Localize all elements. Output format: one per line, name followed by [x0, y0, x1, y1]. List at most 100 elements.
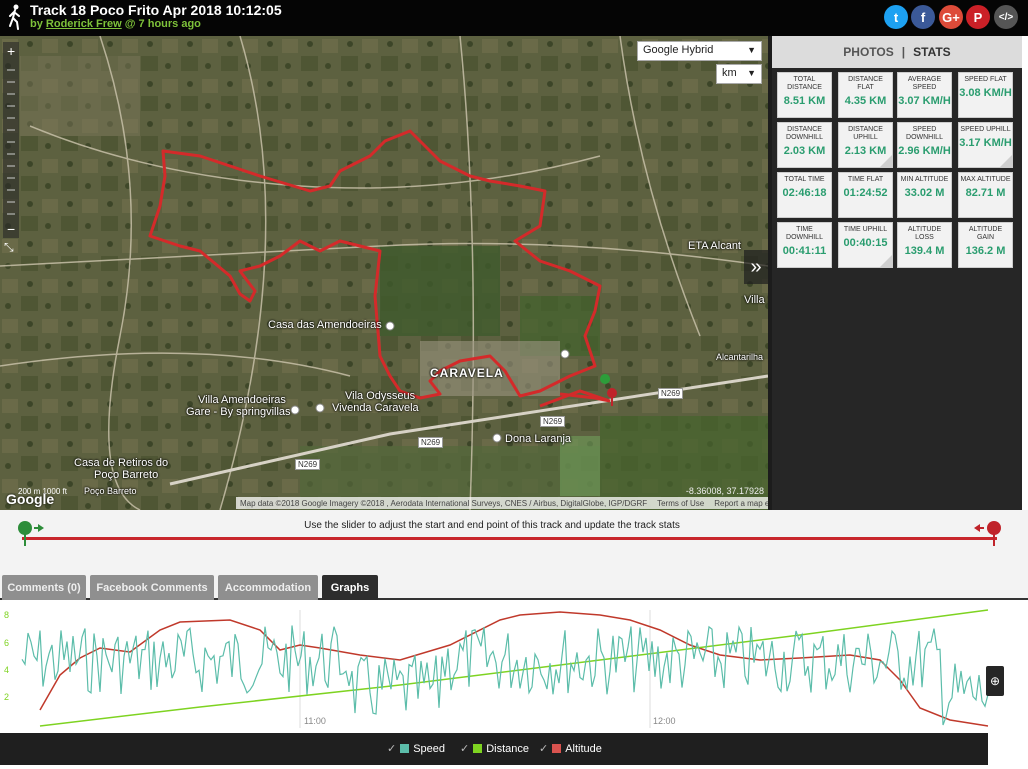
tab-facebook-comments[interactable]: Facebook Comments — [90, 575, 214, 600]
stats-panel: PHOTOS | STATS Total Distance 8.51 KM Dist… — [772, 36, 1022, 510]
stat-label: Altitude Loss — [907, 226, 942, 241]
panel-tabs: PHOTOS | STATS — [772, 36, 1022, 68]
map-label: Vivenda Caravela — [332, 402, 419, 414]
embed-code-icon[interactable]: </> — [994, 5, 1018, 29]
stat-label: Distance Uphill — [848, 126, 883, 141]
stat-label: Distance Flat — [848, 76, 883, 91]
terms-link[interactable]: Terms of Use — [657, 499, 704, 508]
page-fold-icon — [1000, 155, 1012, 167]
stat-value: 02:46:18 — [782, 187, 827, 199]
stat-label: Speed Flat — [964, 76, 1007, 83]
page-fold-icon — [880, 255, 892, 267]
stat-value: 2.03 KM — [783, 145, 826, 157]
speed-line — [21, 624, 989, 726]
stat-label: Distance Downhill — [786, 126, 823, 141]
pinterest-icon[interactable]: P — [966, 5, 990, 29]
legend-altitude[interactable]: ✓ Altitude — [539, 742, 602, 756]
header: Track 18 Poco Frito Apr 2018 10:12:05 by… — [0, 0, 1028, 36]
track-slider: Use the slider to adjust the start and e… — [0, 510, 1028, 572]
stat-label: Total Time — [784, 176, 825, 183]
start-handle-icon[interactable] — [16, 518, 52, 548]
stat-value: 00:40:15 — [843, 237, 888, 249]
altitude-swatch — [552, 744, 562, 753]
x-tick-label: 12:00 — [653, 716, 676, 726]
stat-label: Speed Downhill — [906, 126, 943, 141]
map-label: Alcantarilha — [716, 352, 764, 362]
panel-toggle-icon[interactable]: » — [744, 250, 768, 284]
track-title: Track 18 Poco Frito Apr 2018 10:12:05 — [30, 2, 282, 18]
tab-accommodation[interactable]: Accommodation — [218, 575, 318, 600]
stat-distance-downhill: Distance Downhill 2.03 KM — [777, 122, 832, 168]
author-link[interactable]: Roderick Frew — [46, 18, 122, 30]
content-tabs: Comments (0) Facebook Comments Accommoda… — [0, 572, 1028, 600]
byline: by Roderick Frew @ 7 hours ago — [30, 18, 201, 30]
map-label: Casa das Amendoeiras — [268, 319, 382, 331]
stat-value: 3.08 KM/H — [959, 87, 1012, 99]
map-label: Vila Odysseus — [345, 390, 416, 402]
fullscreen-icon[interactable]: ⤡ — [4, 240, 14, 255]
road-label: N269 — [295, 459, 321, 470]
tab-photos[interactable]: PHOTOS — [843, 45, 893, 59]
zoom-slider[interactable]: + − — [3, 42, 19, 238]
report-error-link[interactable]: Report a map error — [714, 499, 768, 508]
y-tick-label: 8 — [4, 610, 9, 620]
check-icon: ✓ — [460, 743, 470, 755]
x-tick-label: 11:00 — [304, 716, 326, 726]
tab-comments[interactable]: Comments (0) — [2, 575, 86, 600]
twitter-icon[interactable]: t — [884, 5, 908, 29]
map-label: Casa de Retiros do — [74, 457, 169, 469]
stat-value: 01:24:52 — [843, 187, 888, 199]
legend-speed[interactable]: ✓ Speed — [387, 742, 445, 756]
zoom-in-icon: + — [7, 43, 15, 59]
google-plus-icon[interactable]: G+ — [939, 5, 963, 29]
map-coords: -8.36008, 37.17928 — [685, 486, 764, 496]
road-label: N269 — [540, 416, 566, 427]
y-tick-label: 6 — [4, 638, 9, 648]
end-handle-icon[interactable] — [966, 518, 1002, 548]
zoom-out-icon: − — [7, 221, 15, 237]
stat-value: 33.02 M — [904, 187, 945, 199]
map-type-select[interactable]: Google Hybrid ▼ — [637, 41, 762, 61]
page-fold-icon — [880, 155, 892, 167]
map-label: CARAVELA — [430, 366, 504, 380]
stat-label: Time Downhill — [786, 226, 823, 241]
stat-value: 2.96 KM/H — [898, 145, 951, 157]
stat-value: 8.51 KM — [783, 95, 826, 107]
tab-graphs[interactable]: Graphs — [322, 575, 378, 600]
map-label: ETA Alcant — [688, 240, 741, 252]
zoom-ticks: + − — [7, 43, 15, 237]
legend-distance[interactable]: ✓ Distance — [460, 742, 529, 756]
stat-value: 00:41:11 — [782, 245, 827, 257]
stat-label: Average Speed — [907, 76, 942, 91]
google-logo: Google — [6, 491, 55, 507]
stat-speed-flat: Speed Flat 3.08 KM/H — [958, 72, 1013, 118]
stat-altitude-loss: Altitude Loss 139.4 M — [897, 222, 952, 268]
graph-zoom-icon[interactable]: ⊕ — [986, 666, 1004, 696]
caret-down-icon: ▼ — [747, 45, 756, 55]
stat-total-time: Total Time 02:46:18 — [777, 172, 832, 218]
stat-value: 4.35 KM — [844, 95, 887, 107]
check-icon: ✓ — [387, 743, 397, 755]
stat-time-downhill: Time Downhill 00:41:11 — [777, 222, 832, 268]
caret-down-icon: ▼ — [747, 68, 756, 78]
stat-average-speed: Average Speed 3.07 KM/H — [897, 72, 952, 118]
map-view[interactable]: + − ⤡ Google Hybrid ▼ km ▼ Casa das Amendo… — [0, 36, 768, 510]
tab-stats[interactable]: STATS — [913, 45, 951, 59]
slider-rail[interactable] — [22, 537, 997, 540]
stat-value: 82.71 M — [965, 187, 1006, 199]
unit-select[interactable]: km ▼ — [716, 64, 762, 84]
map-attribution: Map data ©2018 Google Imagery ©2018 , Ae… — [236, 497, 768, 509]
walker-icon — [9, 4, 20, 30]
stat-label: Altitude Gain — [968, 226, 1003, 241]
road-label: N269 — [658, 388, 684, 399]
distance-swatch — [473, 744, 483, 753]
stat-value: 139.4 M — [904, 245, 945, 257]
stat-value: 136.2 M — [965, 245, 1006, 257]
road-label: N269 — [418, 437, 444, 448]
facebook-icon[interactable]: f — [911, 5, 935, 29]
map-label: Villa Amendoeiras — [198, 394, 286, 406]
stat-distance-uphill: Distance Uphill 2.13 KM — [838, 122, 893, 168]
speed-swatch — [400, 744, 410, 753]
check-icon: ✓ — [539, 743, 549, 755]
map-label: Gare - By springvillas — [186, 406, 291, 418]
